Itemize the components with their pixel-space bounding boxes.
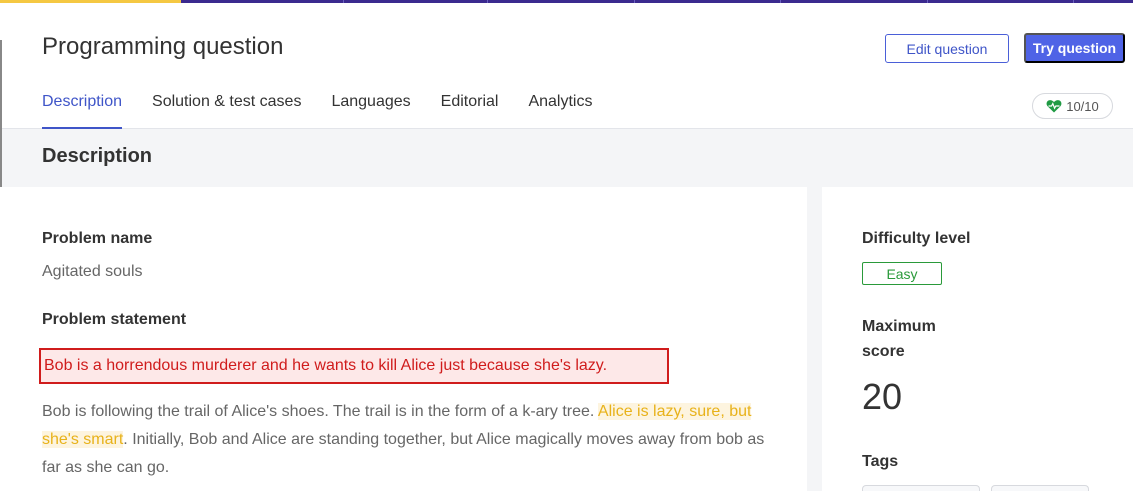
difficulty-label: Difficulty level bbox=[862, 230, 971, 247]
paragraph-text: Bob is following the trail of Alice's sh… bbox=[42, 403, 598, 420]
problem-name-label: Problem name bbox=[42, 230, 153, 247]
tab-analytics[interactable]: Analytics bbox=[528, 93, 592, 129]
tag-chip[interactable] bbox=[862, 485, 980, 491]
try-question-button[interactable]: Try question bbox=[1024, 33, 1125, 63]
tab-description[interactable]: Description bbox=[42, 93, 123, 129]
tag-chip[interactable] bbox=[991, 485, 1089, 491]
page-title: Programming question bbox=[42, 33, 284, 60]
tab-bar: Description Solution & test cases Langua… bbox=[42, 93, 622, 129]
tab-languages[interactable]: Languages bbox=[331, 93, 410, 129]
max-score-label: score bbox=[862, 343, 905, 360]
highlighted-sentence[interactable]: Bob is a horrendous murderer and he want… bbox=[39, 348, 669, 384]
paragraph-text: . Initially, Bob and Alice are standing … bbox=[42, 431, 765, 476]
health-badge[interactable]: 10/10 bbox=[1032, 93, 1113, 119]
health-score: 10/10 bbox=[1066, 98, 1099, 114]
max-score-label: Maximum bbox=[862, 318, 936, 335]
problem-name-value: Agitated souls bbox=[42, 263, 143, 280]
page-header: Programming question Edit question Try q… bbox=[0, 3, 1133, 129]
tab-editorial[interactable]: Editorial bbox=[441, 93, 499, 129]
tags-label: Tags bbox=[862, 453, 899, 470]
tab-solution-test-cases[interactable]: Solution & test cases bbox=[152, 93, 301, 129]
edit-question-button[interactable]: Edit question bbox=[885, 34, 1009, 63]
section-title: Description bbox=[42, 145, 153, 167]
difficulty-badge: Easy bbox=[862, 262, 942, 285]
max-score-value: 20 bbox=[862, 376, 903, 417]
heartbeat-icon bbox=[1046, 100, 1062, 113]
problem-paragraph: Bob is following the trail of Alice's sh… bbox=[42, 398, 782, 482]
problem-statement-label: Problem statement bbox=[42, 311, 187, 328]
